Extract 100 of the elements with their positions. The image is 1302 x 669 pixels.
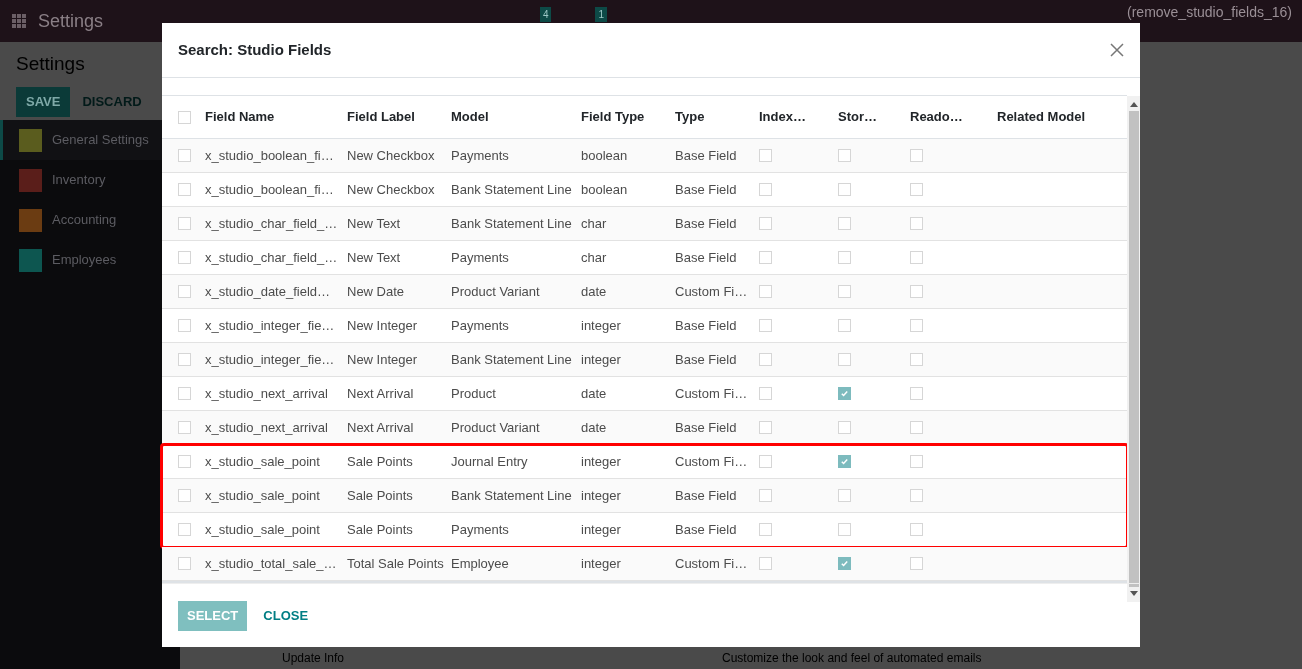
table-row[interactable]: x_studio_date_field… New Date Product Variant date Custom Fi… <box>162 275 1127 309</box>
indexed-checkbox[interactable] <box>759 183 772 196</box>
close-button[interactable]: CLOSE <box>259 600 313 631</box>
table-cell-text: New Text <box>347 214 402 233</box>
table-cell-text: integer <box>581 520 622 539</box>
readonly-checkbox[interactable] <box>910 523 923 536</box>
readonly-checkbox[interactable] <box>910 455 923 468</box>
indexed-checkbox[interactable] <box>759 353 772 366</box>
row-checkbox[interactable] <box>178 557 191 570</box>
indexed-checkbox[interactable] <box>759 149 772 162</box>
select-all-checkbox[interactable] <box>178 110 191 124</box>
indexed-checkbox[interactable] <box>759 455 772 468</box>
table-cell-text: New Integer <box>347 316 419 335</box>
stored-checkbox[interactable] <box>838 353 851 366</box>
readonly-checkbox[interactable] <box>910 251 923 264</box>
column-header[interactable]: Index… <box>759 107 838 127</box>
indexed-checkbox[interactable] <box>759 319 772 332</box>
column-header[interactable]: Field Type <box>581 107 675 127</box>
column-header[interactable]: Stor… <box>838 107 910 127</box>
row-checkbox[interactable] <box>178 455 191 468</box>
table-cell-text: New Date <box>347 282 406 301</box>
check-icon <box>840 457 849 466</box>
row-checkbox[interactable] <box>178 149 191 162</box>
table-cell-text: Base Field <box>675 350 738 369</box>
indexed-checkbox[interactable] <box>759 387 772 400</box>
table-cell-text: x_studio_integer_fie… <box>205 316 336 335</box>
stored-checkbox[interactable] <box>838 285 851 298</box>
table-cell-text: integer <box>581 486 622 505</box>
table-cell-text: Next Arrival <box>347 384 415 403</box>
scroll-down-icon[interactable] <box>1129 591 1138 597</box>
row-checkbox[interactable] <box>178 387 191 400</box>
stored-checkbox[interactable] <box>838 489 851 502</box>
column-header[interactable]: Reado… <box>910 107 997 127</box>
table-row[interactable]: x_studio_next_arrival Next Arrival Product Variant date Base Field <box>162 411 1127 445</box>
indexed-checkbox[interactable] <box>759 523 772 536</box>
stored-checkbox[interactable] <box>838 183 851 196</box>
stored-checkbox[interactable] <box>838 217 851 230</box>
table-row[interactable]: x_studio_integer_fie… New Integer Bank Statement Line integer Base Field <box>162 343 1127 377</box>
table-cell-text: Base Field <box>675 520 738 539</box>
close-icon[interactable] <box>1110 43 1124 57</box>
table-row[interactable]: x_studio_total_sale_… Total Sale Points Employee integer Custom Fi… <box>162 547 1127 581</box>
table-row[interactable]: x_studio_boolean_fi… New Checkbox Payments boolean Base Field <box>162 139 1127 173</box>
readonly-checkbox[interactable] <box>910 557 923 570</box>
table-cell-text: Product <box>451 384 497 403</box>
table-cell-text: x_studio_next_arrival <box>205 384 329 403</box>
indexed-checkbox[interactable] <box>759 217 772 230</box>
row-checkbox[interactable] <box>178 523 191 536</box>
readonly-checkbox[interactable] <box>910 421 923 434</box>
stored-checkbox[interactable] <box>838 523 851 536</box>
readonly-checkbox[interactable] <box>910 489 923 502</box>
column-header[interactable]: Field Name <box>205 107 347 127</box>
row-checkbox[interactable] <box>178 489 191 502</box>
apps-menu-icon[interactable] <box>12 14 26 28</box>
stored-checkbox[interactable] <box>838 319 851 332</box>
indexed-checkbox[interactable] <box>759 251 772 264</box>
readonly-checkbox[interactable] <box>910 149 923 162</box>
stored-checkbox[interactable] <box>838 149 851 162</box>
readonly-checkbox[interactable] <box>910 285 923 298</box>
column-header[interactable]: Related Model <box>997 107 1127 127</box>
table-cell-text: x_studio_sale_point <box>205 486 321 505</box>
stored-checkbox[interactable] <box>838 421 851 434</box>
row-checkbox[interactable] <box>178 353 191 366</box>
table-cell-text: Base Field <box>675 214 738 233</box>
table-cell-text: Journal Entry <box>451 452 529 471</box>
readonly-checkbox[interactable] <box>910 387 923 400</box>
readonly-checkbox[interactable] <box>910 183 923 196</box>
readonly-checkbox[interactable] <box>910 353 923 366</box>
row-checkbox[interactable] <box>178 421 191 434</box>
table-cell-text: Bank Statement Line <box>451 214 573 233</box>
stored-checkbox[interactable] <box>838 557 851 570</box>
table-row[interactable]: x_studio_char_field_… New Text Bank Statement Line char Base Field <box>162 207 1127 241</box>
stored-checkbox[interactable] <box>838 387 851 400</box>
scrollbar-thumb[interactable] <box>1128 111 1139 587</box>
indexed-checkbox[interactable] <box>759 285 772 298</box>
column-header[interactable]: Type <box>675 107 759 127</box>
row-checkbox[interactable] <box>178 319 191 332</box>
row-checkbox[interactable] <box>178 285 191 298</box>
column-header[interactable]: Field Label <box>347 107 451 127</box>
column-header[interactable]: Model <box>451 107 581 127</box>
table-cell-text: New Text <box>347 248 402 267</box>
table-cell-text: Base Field <box>675 486 738 505</box>
readonly-checkbox[interactable] <box>910 319 923 332</box>
stored-checkbox[interactable] <box>838 455 851 468</box>
indexed-checkbox[interactable] <box>759 557 772 570</box>
table-row[interactable]: x_studio_sale_point Sale Points Bank Statement Line integer Base Field <box>162 479 1127 513</box>
table-cell-text: Product Variant <box>451 418 541 437</box>
row-checkbox[interactable] <box>178 217 191 230</box>
table-cell-text: Base Field <box>675 248 738 267</box>
row-checkbox[interactable] <box>178 183 191 196</box>
scroll-up-icon[interactable] <box>1129 101 1138 107</box>
table-cell-text: Base Field <box>675 180 738 199</box>
table-cell-text: Payments <box>451 520 510 539</box>
stored-checkbox[interactable] <box>838 251 851 264</box>
readonly-checkbox[interactable] <box>910 217 923 230</box>
indexed-checkbox[interactable] <box>759 489 772 502</box>
row-checkbox[interactable] <box>178 251 191 264</box>
table-cell-text: x_studio_integer_fie… <box>205 350 336 369</box>
save-button[interactable]: SAVE <box>16 86 71 117</box>
indexed-checkbox[interactable] <box>759 421 772 434</box>
user-menu[interactable]: (remove_studio_fields_16) <box>1127 4 1292 20</box>
